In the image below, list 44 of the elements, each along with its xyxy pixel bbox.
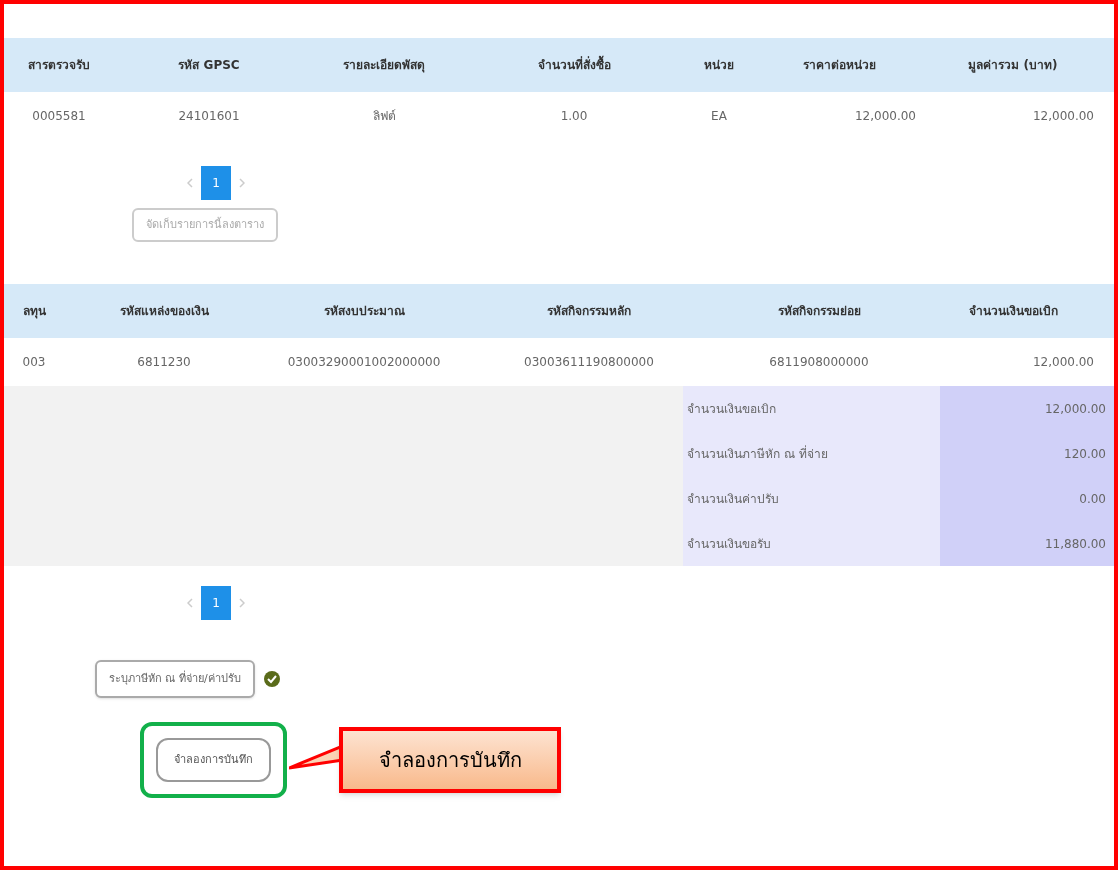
column-header: รหัส GPSC <box>178 57 240 74</box>
column-header: มูลค่ารวม (บาท) <box>968 57 1058 74</box>
summary-value: 120.00 <box>1064 445 1106 463</box>
table-cell-text: EA <box>711 108 727 125</box>
table-cell-text: 03003290001002000000 <box>287 354 441 371</box>
table-cell-text: 24101601 <box>178 108 240 125</box>
column-header: จำนวนที่สั่งซื้อ <box>537 56 611 74</box>
column-header: รหัสงบประมาณ <box>323 303 405 320</box>
column-header: รหัสกิจกรรมย่อย <box>777 303 861 320</box>
summary-value: 12,000.00 <box>1044 400 1106 418</box>
summary-value: 0.00 <box>1079 490 1106 508</box>
table-cell-text: 12,000.00 <box>854 108 916 125</box>
tax-button[interactable]: ระบุภาษีหัก ณ ที่จ่าย/ค่าปรับ <box>95 660 255 698</box>
summary-value: 11,880.00 <box>1044 535 1106 553</box>
page-button[interactable]: 1 <box>201 166 231 200</box>
table-cell-text: 1.00 <box>560 108 588 125</box>
table-cell-text: 12,000.00 <box>1032 354 1094 371</box>
column-header: หน่วย <box>704 57 734 74</box>
summary-label: จำนวนเงินค่าปรับ <box>687 490 779 508</box>
summary-label: จำนวนเงินขอเบิก <box>687 400 776 418</box>
column-header: สารตรวจรับ <box>28 57 90 74</box>
table-cell-text: 12,000.00 <box>1032 108 1094 125</box>
summary-label: จำนวนเงินขอรับ <box>687 535 771 553</box>
table-cell-text: 03003611190800000 <box>524 354 654 371</box>
previous-page-icon[interactable] <box>187 178 193 188</box>
previous-page-icon[interactable] <box>187 598 193 608</box>
callout-label: จำลองการบันทึก <box>339 727 561 793</box>
simulate-button[interactable]: จำลองการบันทึก <box>156 738 271 782</box>
save-items-button[interactable]: จัดเก็บรายการนี้ลงตาราง <box>132 208 278 242</box>
next-page-icon[interactable] <box>239 178 245 188</box>
column-header: รหัสกิจกรรมหลัก <box>547 303 631 320</box>
table-cell-text: 0005581 <box>32 108 86 125</box>
column-header: ราคาต่อหน่วย <box>802 57 876 74</box>
table-cell-text: 6811230 <box>137 354 191 371</box>
table-cell-text: ลิฟต์ <box>372 108 396 125</box>
next-page-icon[interactable] <box>239 598 245 608</box>
column-header: รายละเอียดพัสดุ <box>343 57 425 74</box>
column-header: จำนวนเงินขอเบิก <box>968 303 1058 320</box>
table-cell-text: 6811908000000 <box>769 354 869 371</box>
column-header: รหัสแหล่งของเงิน <box>119 303 209 320</box>
column-header: ลทุน <box>22 303 46 320</box>
table-cell-text: 003 <box>22 354 46 371</box>
summary-label: จำนวนเงินภาษีหัก ณ ที่จ่าย <box>687 444 828 463</box>
page-button[interactable]: 1 <box>201 586 231 620</box>
